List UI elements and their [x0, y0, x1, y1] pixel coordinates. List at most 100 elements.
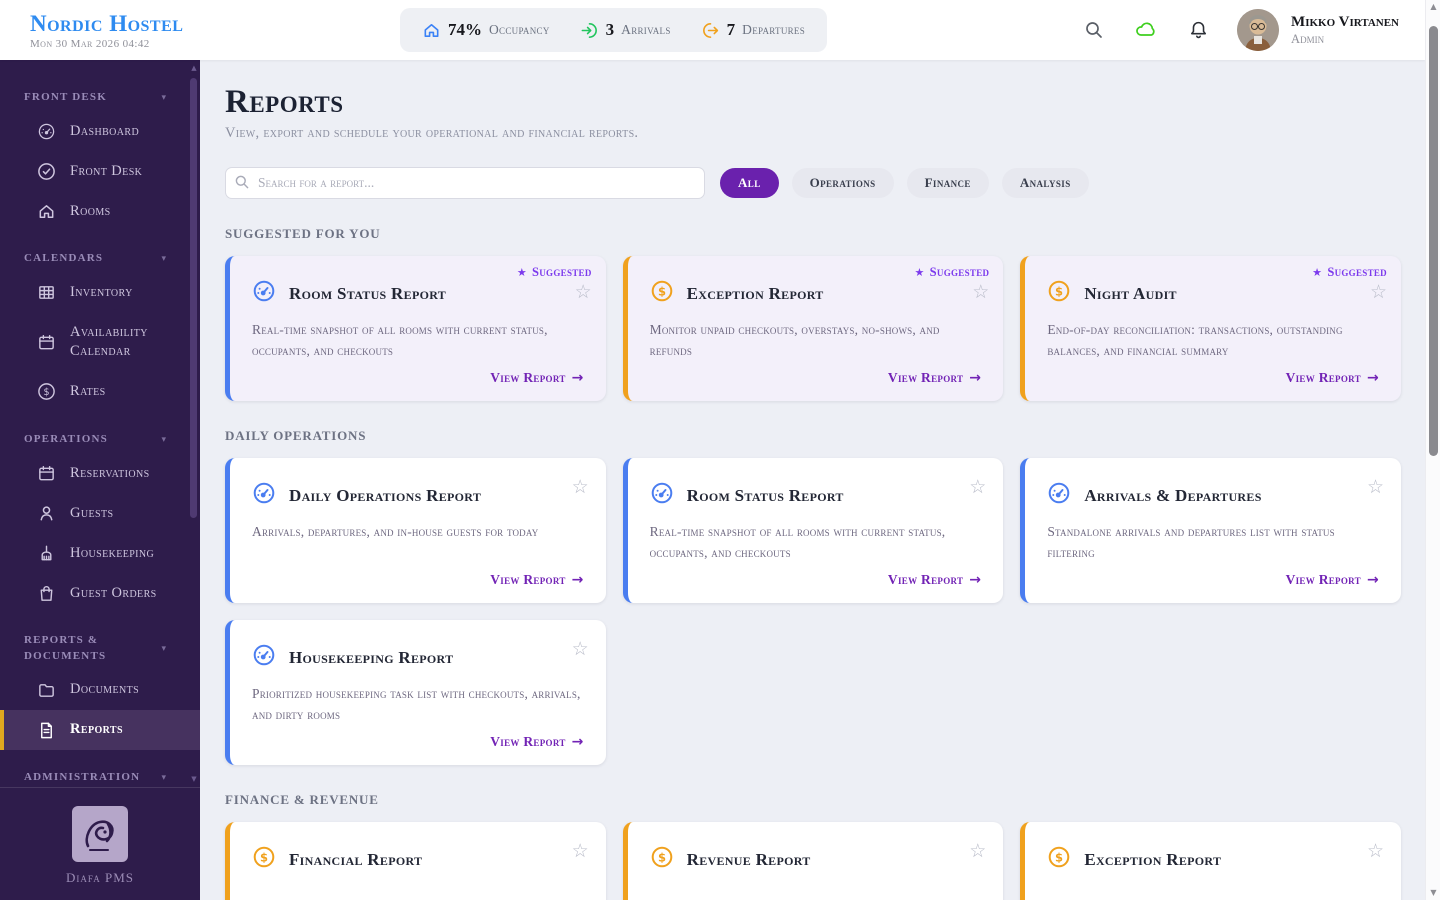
sidebar-item-front-desk[interactable]: Front Desk	[0, 151, 200, 191]
report-card-revenue[interactable]: ☆ $ Revenue Report	[622, 822, 1004, 900]
dollar-icon: $	[1047, 845, 1071, 874]
check-circle-icon	[36, 162, 56, 181]
departures-value: 7	[726, 20, 736, 39]
filter-chip-analysis[interactable]: Analysis	[1001, 168, 1089, 198]
favorite-star-icon[interactable]: ☆	[969, 842, 986, 861]
favorite-star-icon[interactable]: ☆	[1367, 478, 1384, 497]
filter-chip-operations[interactable]: Operations	[791, 168, 894, 198]
sidebar-item-label: Rooms	[70, 202, 111, 219]
gauge-icon	[650, 481, 674, 510]
favorite-star-icon[interactable]: ☆	[572, 478, 589, 497]
chevron-down-icon: ▾	[161, 92, 166, 103]
report-card-room-status-2[interactable]: ☆ Room Status Report Real-time snapshot …	[622, 458, 1004, 603]
view-report-link[interactable]: View Report →	[1286, 370, 1379, 386]
sidebar-item-availability-calendar[interactable]: Availability Calendar	[0, 313, 200, 372]
folder-icon	[36, 681, 56, 700]
user-role: Admin	[1291, 31, 1325, 46]
sidebar-item-guests[interactable]: Guests	[0, 493, 200, 533]
sidebar-section-operations[interactable]: Operations ▾	[0, 432, 200, 447]
gauge-icon	[252, 279, 276, 308]
filter-chip-all[interactable]: All	[720, 168, 779, 198]
view-report-link[interactable]: View Report →	[888, 572, 981, 588]
report-card-night-audit[interactable]: ★ Suggested ☆ $ Night Audit End-of-day re…	[1020, 256, 1401, 401]
scrollbar-thumb[interactable]	[190, 78, 197, 518]
search-icon	[234, 174, 250, 195]
file-icon	[36, 721, 56, 740]
arrow-right-icon: →	[1366, 572, 1379, 588]
user-menu[interactable]: Mikko Virtanen Admin	[1237, 9, 1399, 51]
scrollbar-thumb[interactable]	[1429, 26, 1438, 456]
sidebar-item-guest-orders[interactable]: Guest Orders	[0, 573, 200, 613]
arrow-right-icon: →	[571, 370, 584, 386]
report-card-desc: Arrivals, departures, and in-house guest…	[252, 524, 539, 539]
sidebar-scrollbar[interactable]: ▲ ▼	[190, 64, 198, 783]
favorite-star-icon[interactable]: ☆	[972, 283, 989, 302]
arrow-right-icon: →	[571, 734, 584, 750]
report-card-title: Revenue Report	[686, 849, 811, 869]
report-card-desc: Standalone arrivals and departures list …	[1047, 524, 1335, 560]
sidebar-item-dashboard[interactable]: Dashboard	[0, 111, 200, 151]
arrow-right-icon: →	[969, 572, 982, 588]
report-card-arrivals-departures[interactable]: ☆ Arrivals & Departures Standalone arriv…	[1020, 458, 1401, 603]
view-report-link[interactable]: View Report →	[888, 370, 981, 386]
report-card-exception[interactable]: ★ Suggested ☆ $ Exception Report Monitor …	[622, 256, 1004, 401]
arrivals-label: Arrivals	[621, 22, 671, 37]
favorite-star-icon[interactable]: ☆	[1370, 283, 1387, 302]
report-card-room-status[interactable]: ★ Suggested ☆ Room Status Report Real-tim…	[225, 256, 606, 401]
sidebar: Front Desk ▾ Dashboard Front Desk Rooms …	[0, 60, 200, 900]
section-daily-operations-label: Daily Operations	[225, 428, 367, 443]
report-card-financial[interactable]: ☆ $ Financial Report	[225, 822, 606, 900]
favorite-star-icon[interactable]: ☆	[1367, 842, 1384, 861]
report-card-title: Housekeeping Report	[289, 647, 454, 667]
sidebar-section-front-desk[interactable]: Front Desk ▾	[0, 90, 200, 105]
search-icon[interactable]	[1081, 17, 1107, 43]
sidebar-item-inventory[interactable]: Inventory	[0, 273, 200, 313]
sidebar-section-reports-documents[interactable]: Reports & Documents ▾	[0, 633, 200, 664]
notifications-bell-icon[interactable]	[1185, 17, 1211, 43]
sidebar-item-rates[interactable]: $ Rates	[0, 372, 200, 412]
report-card-desc: Monitor unpaid checkouts, overstays, no-…	[649, 322, 940, 358]
favorite-star-icon[interactable]: ☆	[969, 478, 986, 497]
scroll-up-icon[interactable]: ▲	[1426, 0, 1440, 14]
favorite-star-icon[interactable]: ☆	[572, 842, 589, 861]
svg-text:$: $	[43, 387, 49, 398]
filter-chip-finance[interactable]: Finance	[906, 168, 989, 198]
dollar-circle-icon: $	[36, 382, 56, 401]
window-scrollbar[interactable]: ▲ ▼	[1425, 0, 1440, 900]
star-filled-icon: ★	[914, 266, 925, 279]
view-report-link[interactable]: View Report →	[1286, 572, 1379, 588]
sidebar-item-documents[interactable]: Documents	[0, 670, 200, 710]
report-card-housekeeping[interactable]: ☆ Housekeeping Report Prioritized housek…	[225, 620, 606, 765]
arrow-right-icon: →	[571, 572, 584, 588]
sidebar-item-label: Rates	[70, 383, 106, 400]
sidebar-item-reports[interactable]: Reports	[0, 710, 200, 751]
favorite-star-icon[interactable]: ☆	[572, 640, 589, 659]
avatar[interactable]	[1237, 9, 1280, 51]
cloud-sync-icon[interactable]	[1133, 17, 1159, 43]
favorite-star-icon[interactable]: ☆	[575, 283, 592, 302]
gauge-icon	[252, 643, 276, 672]
sidebar-item-reservations[interactable]: Reservations	[0, 453, 200, 493]
svg-text:$: $	[658, 850, 666, 864]
dollar-icon: $	[252, 845, 276, 874]
dollar-icon: $	[650, 279, 674, 308]
report-card-desc: Real-time snapshot of all rooms with cur…	[252, 322, 548, 358]
daily-operations-cards: ☆ Daily Operations Report Arrivals, depa…	[225, 458, 1401, 765]
sidebar-section-administration[interactable]: Administration ▾	[0, 770, 200, 785]
view-report-link[interactable]: View Report →	[490, 572, 583, 588]
calendar-icon	[36, 464, 56, 483]
scroll-down-icon[interactable]: ▼	[190, 775, 198, 783]
search-input[interactable]	[225, 167, 705, 199]
sidebar-item-housekeeping[interactable]: Housekeeping	[0, 533, 200, 573]
view-report-link[interactable]: View Report →	[490, 734, 583, 750]
report-card-exception-2[interactable]: ☆ $ Exception Report	[1020, 822, 1401, 900]
suggested-badge: ★ Suggested	[1312, 265, 1387, 279]
sidebar-section-calendars[interactable]: Calendars ▾	[0, 251, 200, 266]
view-report-link[interactable]: View Report →	[490, 370, 583, 386]
scroll-down-icon[interactable]: ▼	[1426, 886, 1440, 900]
scroll-up-icon[interactable]: ▲	[190, 64, 198, 72]
section-label: Administration	[24, 771, 141, 784]
report-card-daily-operations[interactable]: ☆ Daily Operations Report Arrivals, depa…	[225, 458, 606, 603]
sidebar-item-label: Dashboard	[70, 122, 140, 139]
sidebar-item-rooms[interactable]: Rooms	[0, 191, 200, 231]
